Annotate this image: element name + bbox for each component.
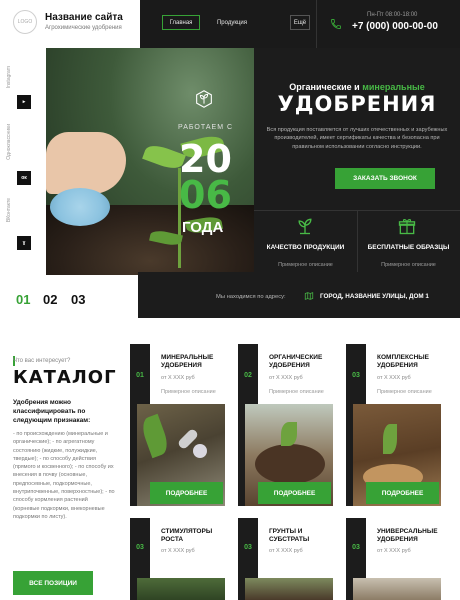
catalog-card-universal[interactable]: 03 УНИВЕРСАЛЬНЫЕ УДОБРЕНИЯ от Х ХХХ руб: [346, 518, 441, 600]
social-rail: Instagram ▸ Одноклассники ок ВКонтакте ɣ: [0, 48, 46, 278]
card-title: ГРУНТЫ И СУБСТРАТЫ: [269, 528, 310, 543]
card-price: от Х ХХХ руб: [161, 375, 195, 381]
feature-samples-desc: Примерное описание: [381, 262, 436, 268]
card-more-button[interactable]: ПОДРОБНЕЕ: [366, 482, 439, 504]
card-price: от Х ХХХ руб: [377, 375, 411, 381]
card-photo: [245, 578, 333, 600]
slide-02[interactable]: 02: [43, 292, 57, 307]
since-year-bottom: 06: [179, 173, 232, 217]
site-tagline: Агрохимические удобрения: [45, 25, 122, 31]
nav-home[interactable]: Главная: [162, 15, 200, 30]
catalog-card-soils[interactable]: 03 ГРУНТЫ И СУБСТРАТЫ от Х ХХХ руб: [238, 518, 333, 600]
order-call-button[interactable]: ЗАКАЗАТЬ ЗВОНОК: [335, 168, 435, 189]
catalog-card-mineral[interactable]: 01 МИНЕРАЛЬНЫЕ УДОБРЕНИЯ от Х ХХХ руб Пр…: [130, 344, 225, 506]
catalog-card-stimulators[interactable]: 03 СТИМУЛЯТОРЫ РОСТА от Х ХХХ руб: [130, 518, 225, 600]
feature-quality-desc: Примерное описание: [278, 262, 333, 268]
phone-icon: [331, 19, 341, 29]
top-nav-bar: Главная Продукция Ещё Пн-Пт 08:00-18:00 …: [140, 0, 460, 48]
card-title: МИНЕРАЛЬНЫЕ УДОБРЕНИЯ: [161, 354, 214, 369]
card-desc: Примерное описание: [377, 389, 432, 395]
ok-icon[interactable]: ок: [17, 171, 31, 185]
slide-01[interactable]: 01: [16, 292, 30, 307]
catalog-classify: Удобрения можно классифицировать по след…: [13, 399, 91, 424]
card-photo: [353, 578, 441, 600]
vk-icon[interactable]: ɣ: [17, 236, 31, 250]
gift-icon: [398, 218, 416, 235]
nav-more-button[interactable]: Ещё: [290, 15, 310, 30]
card-title: КОМПЛЕКСНЫЕ УДОБРЕНИЯ: [377, 354, 429, 369]
nav-products[interactable]: Продукция: [212, 15, 252, 30]
card-price: от Х ХХХ руб: [161, 548, 195, 554]
feature-samples-title: БЕСПЛАТНЫЕ ОБРАЗЦЫ: [367, 244, 450, 251]
catalog-criteria: - по происхождению (минеральные и органи…: [13, 431, 115, 520]
address-label: Мы находимся по адресу:: [216, 294, 286, 300]
work-hours: Пн-Пт 08:00-18:00: [367, 12, 418, 18]
card-more-button[interactable]: ПОДРОБНЕЕ: [258, 482, 331, 504]
card-title: ОРГАНИЧЕСКИЕ УДОБРЕНИЯ: [269, 354, 323, 369]
hero-description: Вся продукция поставляется от лучших оте…: [266, 127, 448, 150]
header-brand: LOGO Название сайта Агрохимические удобр…: [0, 0, 140, 48]
catalog-card-complex[interactable]: 03 КОМПЛЕКСНЫЕ УДОБРЕНИЯ от Х ХХХ руб Пр…: [346, 344, 441, 506]
catalog-card-organic[interactable]: 02 ОРГАНИЧЕСКИЕ УДОБРЕНИЯ от Х ХХХ руб П…: [238, 344, 333, 506]
card-price: от Х ХХХ руб: [269, 375, 303, 381]
since-label: РАБОТАЕМ С: [178, 124, 234, 131]
nav-divider: [316, 0, 317, 48]
slide-03[interactable]: 03: [71, 292, 85, 307]
map-icon: [304, 292, 314, 300]
catalog-title: КАТАЛОГ: [13, 367, 117, 388]
card-price: от Х ХХХ руб: [269, 548, 303, 554]
hero-subtitle: Органические и минеральные: [289, 82, 425, 92]
card-photo: [137, 578, 225, 600]
card-desc: Примерное описание: [161, 389, 216, 395]
since-years-word: ГОДА: [182, 219, 224, 236]
instagram-icon[interactable]: ▸: [17, 95, 31, 109]
card-price: от Х ХХХ руб: [377, 548, 411, 554]
rail-label-instagram: Instagram: [6, 66, 12, 89]
feature-quality-title: КАЧЕСТВО ПРОДУКЦИИ: [266, 244, 345, 251]
site-name[interactable]: Название сайта: [45, 12, 123, 23]
logo[interactable]: LOGO: [13, 10, 37, 34]
plant-badge-icon: [196, 90, 212, 108]
card-more-button[interactable]: ПОДРОБНЕЕ: [150, 482, 223, 504]
phone-number[interactable]: +7 (000) 000-00-00: [352, 21, 438, 32]
address-value[interactable]: ГОРОД, НАЗВАНИЕ УЛИЦЫ, ДОМ 1: [320, 293, 429, 300]
all-positions-button[interactable]: ВСЕ ПОЗИЦИИ: [13, 571, 93, 595]
rail-label-vk: ВКонтакте: [6, 198, 12, 223]
hero-title: УДОБРЕНИЯ: [277, 92, 437, 116]
address-strip: Мы находимся по адресу: ГОРОД, НАЗВАНИЕ …: [138, 272, 460, 318]
sprout-icon: [298, 218, 312, 235]
catalog-question: Что вас интересует?: [13, 358, 71, 364]
card-desc: Примерное описание: [269, 389, 324, 395]
rail-label-ok: Одноклассники: [6, 124, 12, 160]
card-title: СТИМУЛЯТОРЫ РОСТА: [161, 528, 213, 543]
card-title: УНИВЕРСАЛЬНЫЕ УДОБРЕНИЯ: [377, 528, 438, 543]
